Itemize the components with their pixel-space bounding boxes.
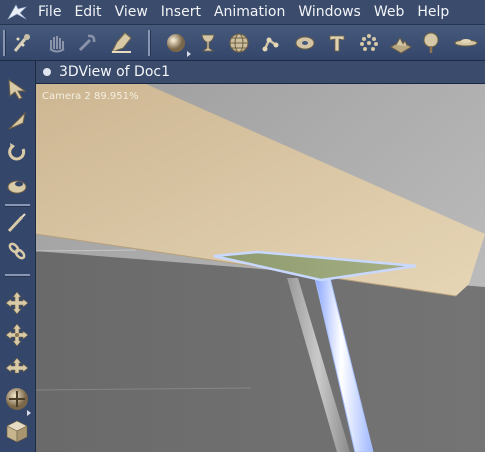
menu-edit[interactable]: Edit: [70, 0, 110, 24]
close-icon[interactable]: [43, 68, 51, 76]
paint-icon[interactable]: [109, 30, 135, 56]
dropdown-indicator: [187, 51, 191, 57]
particles-icon[interactable]: [356, 30, 382, 56]
pen-icon[interactable]: [3, 209, 31, 237]
move-3d-icon[interactable]: [3, 107, 31, 135]
select-arrow-icon[interactable]: [3, 75, 31, 103]
dolly-icon[interactable]: [3, 321, 31, 349]
menu-bar: File Edit View Insert Animation Windows …: [0, 0, 485, 25]
3d-view-window[interactable]: 3DView of Doc1 Camera 2 89.951%: [36, 61, 485, 452]
3d-view-titlebar[interactable]: 3DView of Doc1: [36, 61, 485, 84]
3d-scene[interactable]: [36, 84, 485, 452]
rotate-icon[interactable]: [3, 139, 31, 167]
skeleton-icon[interactable]: [258, 30, 284, 56]
terrain-icon[interactable]: [388, 30, 414, 56]
menu-view[interactable]: View: [111, 0, 157, 24]
toolbar-separator: [148, 30, 151, 56]
menu-web[interactable]: Web: [370, 0, 414, 24]
link-icon[interactable]: [74, 30, 100, 56]
camera-readout: Camera 2 89.951%: [42, 91, 139, 102]
lathe-icon[interactable]: [195, 30, 221, 56]
orbit-icon[interactable]: [3, 353, 31, 381]
trackball-icon[interactable]: [3, 385, 31, 413]
palette-separator: [5, 274, 30, 277]
toolbar-separator: [3, 30, 6, 56]
link-tool-icon[interactable]: [3, 237, 31, 265]
3d-view-title: 3DView of Doc1: [59, 64, 171, 80]
dropdown-indicator: [27, 410, 31, 416]
scale-icon[interactable]: [3, 171, 31, 199]
left-tool-palette: [0, 61, 36, 452]
torus-icon[interactable]: [292, 30, 318, 56]
sphere-icon[interactable]: [163, 30, 189, 56]
main-toolbar: [0, 25, 485, 61]
tree-icon[interactable]: [418, 30, 444, 56]
menu-insert[interactable]: Insert: [157, 0, 210, 24]
pan-icon[interactable]: [3, 289, 31, 317]
render-area-icon[interactable]: [3, 417, 31, 445]
globe-icon[interactable]: [226, 30, 252, 56]
palette-separator: [5, 204, 30, 207]
menu-help[interactable]: Help: [413, 0, 458, 24]
menu-file[interactable]: File: [34, 0, 70, 24]
menu-animation[interactable]: Animation: [210, 0, 294, 24]
app-logo-icon[interactable]: [0, 0, 34, 24]
disc-icon[interactable]: [453, 30, 479, 56]
text-icon[interactable]: [324, 30, 350, 56]
menu-windows[interactable]: Windows: [294, 0, 370, 24]
hand-tool-icon[interactable]: [10, 30, 36, 56]
grab-icon[interactable]: [44, 30, 70, 56]
